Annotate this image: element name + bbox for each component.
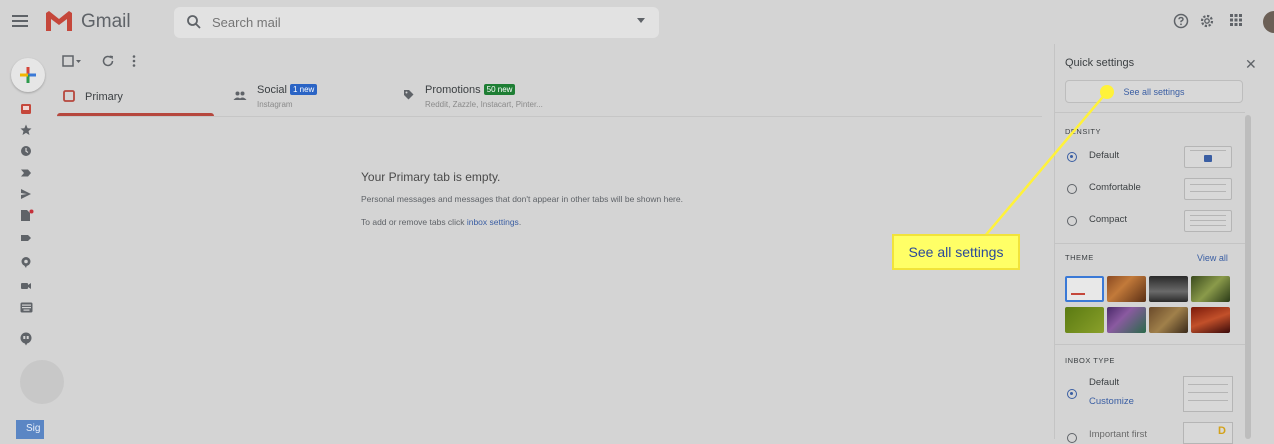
tab-promotions-sub: Reddit, Zazzle, Instacart, Pinter...	[425, 100, 543, 109]
customize-link[interactable]: Customize	[1089, 396, 1134, 407]
inbox-important-first-label[interactable]: Important first	[1089, 429, 1147, 440]
apps-icon[interactable]	[1229, 13, 1243, 27]
density-default-radio[interactable]	[1067, 152, 1077, 162]
video-icon[interactable]	[20, 280, 32, 292]
callout-label: See all settings	[892, 234, 1020, 270]
drafts-icon[interactable]	[20, 209, 34, 222]
density-default-label[interactable]: Default	[1089, 150, 1119, 161]
compose-button[interactable]	[11, 58, 45, 92]
social-tab-icon	[233, 91, 247, 100]
tab-primary-label: Primary	[85, 91, 123, 103]
inbox-important-first-radio[interactable]	[1067, 433, 1077, 443]
inbox-default-label[interactable]: Default	[1089, 377, 1119, 388]
quick-settings-panel: Quick settings ✕ See all settings DENSIT…	[1054, 44, 1274, 444]
inbox-icon[interactable]	[20, 103, 32, 115]
theme-label: THEME	[1065, 253, 1094, 262]
callout-pointer-dot	[1100, 85, 1114, 99]
sign-in-button[interactable]: Sig	[16, 420, 44, 439]
refresh-icon[interactable]	[101, 54, 115, 68]
promotions-new-badge: 50 new	[483, 84, 516, 95]
tab-primary[interactable]: Primary	[57, 84, 214, 116]
search-placeholder: Search mail	[212, 15, 281, 30]
chat-icon[interactable]	[20, 256, 32, 268]
more-options-icon[interactable]	[131, 54, 137, 68]
density-compact-preview[interactable]	[1184, 210, 1232, 232]
density-compact-label[interactable]: Compact	[1089, 214, 1127, 225]
see-all-settings-button[interactable]: See all settings	[1065, 80, 1243, 103]
density-comfortable-label[interactable]: Comfortable	[1089, 182, 1141, 193]
starred-icon[interactable]	[20, 124, 32, 136]
top-bar: Gmail Search mail	[0, 0, 1274, 44]
search-icon[interactable]	[186, 14, 202, 30]
density-default-preview[interactable]	[1184, 146, 1232, 168]
tab-promotions[interactable]: Promotions 50 new Reddit, Zazzle, Instaca…	[400, 84, 630, 116]
important-marker-icon: D	[1218, 425, 1226, 437]
inbox-default-preview[interactable]	[1183, 376, 1233, 412]
important-icon[interactable]	[20, 167, 32, 179]
promotions-tab-icon	[404, 90, 414, 100]
empty-state-hint: To add or remove tabs click inbox settin…	[361, 217, 521, 227]
hangouts-icon[interactable]	[20, 332, 32, 346]
empty-state-hint-prefix: To add or remove tabs click	[361, 217, 467, 227]
app-title[interactable]: Gmail	[81, 11, 131, 33]
inbox-type-label: INBOX TYPE	[1065, 356, 1115, 365]
hangouts-avatar[interactable]	[20, 360, 64, 404]
divider	[1055, 344, 1245, 345]
view-all-themes-link[interactable]: View all	[1197, 253, 1228, 263]
empty-state-title: Your Primary tab is empty.	[361, 170, 501, 184]
divider	[1055, 112, 1245, 113]
divider	[1055, 243, 1245, 244]
sent-icon[interactable]	[20, 188, 32, 200]
tabs-divider	[57, 116, 1042, 117]
theme-tile[interactable]	[1191, 307, 1230, 333]
theme-tile[interactable]	[1107, 276, 1146, 302]
density-label: DENSITY	[1065, 127, 1102, 136]
density-compact-radio[interactable]	[1067, 216, 1077, 226]
tab-social-sub: Instagram	[257, 100, 293, 109]
tab-social[interactable]: Social 1 new Instagram	[230, 84, 390, 116]
settings-icon[interactable]	[1199, 13, 1215, 29]
close-icon[interactable]: ✕	[1245, 56, 1257, 73]
tab-promotions-label: Promotions	[425, 84, 481, 96]
keyboard-icon[interactable]	[20, 302, 33, 313]
theme-tile[interactable]	[1191, 276, 1230, 302]
scrollbar[interactable]	[1245, 115, 1251, 439]
avatar[interactable]	[1263, 11, 1274, 33]
inbox-settings-link[interactable]: inbox settings	[467, 217, 519, 227]
inbox-important-first-preview[interactable]: D	[1183, 422, 1233, 444]
density-comfortable-preview[interactable]	[1184, 178, 1232, 200]
search-options-icon[interactable]	[637, 18, 645, 23]
social-new-badge: 1 new	[289, 84, 318, 95]
theme-tile[interactable]	[1107, 307, 1146, 333]
tab-social-label: Social	[257, 84, 287, 96]
theme-tile[interactable]	[1065, 307, 1104, 333]
snoozed-icon[interactable]	[20, 145, 32, 157]
compose-plus-icon	[20, 67, 36, 83]
label-icon[interactable]	[20, 232, 32, 244]
theme-default-tile[interactable]	[1065, 276, 1104, 302]
menu-icon[interactable]	[12, 15, 28, 27]
quick-settings-title: Quick settings	[1065, 57, 1135, 69]
primary-tab-icon	[63, 90, 75, 102]
select-checkbox-icon[interactable]	[62, 55, 82, 67]
theme-tile[interactable]	[1149, 276, 1188, 302]
empty-state-hint-suffix: .	[518, 217, 522, 227]
search-input[interactable]: Search mail	[174, 7, 659, 38]
empty-state-message: Personal messages and messages that don'…	[361, 194, 683, 204]
density-comfortable-radio[interactable]	[1067, 184, 1077, 194]
help-icon[interactable]	[1173, 13, 1189, 29]
theme-tile[interactable]	[1149, 307, 1188, 333]
gmail-logo[interactable]	[45, 10, 73, 32]
inbox-default-radio[interactable]	[1067, 389, 1077, 399]
